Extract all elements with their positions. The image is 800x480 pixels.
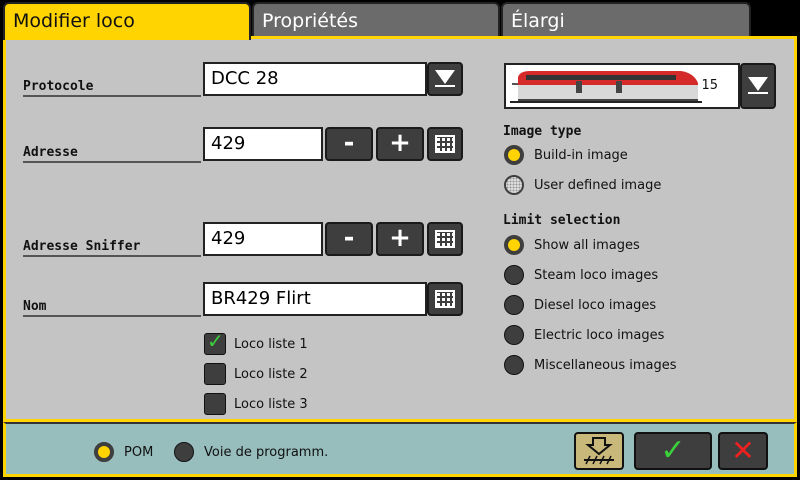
limit-all-radio[interactable] — [504, 235, 524, 255]
protocol-field[interactable]: DCC 28 — [203, 62, 427, 96]
address-keypad-button[interactable] — [427, 127, 463, 161]
train-image — [510, 71, 702, 103]
name-field[interactable]: BR429 Flirt — [203, 282, 427, 316]
address-label: Adresse — [23, 145, 201, 163]
x-icon: ✕ — [731, 434, 755, 467]
limit-misc-radio[interactable] — [504, 355, 524, 375]
address-field[interactable]: 429 — [203, 127, 323, 161]
image-type-title: Image type — [503, 124, 582, 139]
cancel-button[interactable]: ✕ — [718, 432, 768, 470]
tab-proprietes[interactable]: Propriétés — [252, 2, 500, 38]
sniffer-keypad-button[interactable] — [427, 222, 463, 256]
keypad-icon — [435, 135, 455, 153]
limit-steam-label: Steam loco images — [534, 268, 659, 283]
loco-image-selector[interactable]: 15 — [504, 63, 740, 109]
name-keyboard-button[interactable] — [427, 282, 463, 316]
image-type-user-label: User defined image — [534, 178, 662, 193]
tab-label: Élargi — [511, 10, 565, 32]
tab-label: Propriétés — [262, 10, 359, 32]
address-minus-button[interactable]: - — [325, 127, 373, 161]
pom-label: POM — [124, 445, 154, 460]
write-to-track-button[interactable] — [574, 432, 624, 470]
loco-list-1-label: Loco liste 1 — [234, 337, 308, 352]
keypad-icon — [435, 230, 455, 248]
sniffer-minus-button[interactable]: - — [325, 222, 373, 256]
main-panel: Protocole DCC 28 Adresse 429 - + Adresse… — [3, 36, 797, 422]
dropdown-arrow-icon — [435, 70, 455, 84]
image-type-builtin-label: Build-in image — [534, 148, 628, 163]
limit-all-label: Show all images — [534, 238, 640, 253]
dropdown-arrow-icon — [748, 77, 768, 91]
programming-track-radio[interactable] — [174, 442, 194, 462]
limit-misc-label: Miscellaneous images — [534, 358, 677, 373]
limit-steam-radio[interactable] — [504, 265, 524, 285]
limit-electric-radio[interactable] — [504, 325, 524, 345]
loco-list-3-label: Loco liste 3 — [234, 397, 308, 412]
name-label: Nom — [23, 299, 201, 317]
sniffer-plus-button[interactable]: + — [376, 222, 424, 256]
footer-bar: POM Voie de programm. ✓ ✕ — [3, 422, 797, 477]
loco-list-1-checkbox[interactable]: ✓ — [204, 329, 226, 355]
programming-track-label: Voie de programm. — [204, 445, 329, 460]
pom-radio[interactable] — [94, 442, 114, 462]
check-icon: ✓ — [207, 329, 224, 353]
image-type-builtin-radio[interactable] — [504, 145, 524, 165]
limit-diesel-label: Diesel loco images — [534, 298, 657, 313]
image-type-user-radio[interactable] — [504, 175, 524, 195]
image-number: 15 — [701, 78, 718, 93]
tab-label: Modifier loco — [13, 10, 135, 32]
limit-diesel-radio[interactable] — [504, 295, 524, 315]
write-track-icon — [584, 437, 614, 465]
limit-selection-title: Limit selection — [503, 213, 621, 228]
keyboard-icon — [435, 290, 455, 308]
check-icon: ✓ — [660, 433, 686, 468]
address-plus-button[interactable]: + — [376, 127, 424, 161]
loco-list-3-checkbox[interactable] — [204, 393, 226, 415]
sniffer-address-field[interactable]: 429 — [203, 222, 323, 256]
protocol-dropdown-button[interactable] — [427, 62, 463, 96]
loco-list-2-checkbox[interactable] — [204, 363, 226, 385]
sniffer-address-label: Adresse Sniffer — [23, 239, 201, 257]
image-dropdown-button[interactable] — [740, 63, 776, 109]
tab-elargi[interactable]: Élargi — [501, 2, 751, 38]
protocol-label: Protocole — [23, 79, 201, 97]
limit-electric-label: Electric loco images — [534, 328, 665, 343]
loco-list-2-label: Loco liste 2 — [234, 367, 308, 382]
ok-button[interactable]: ✓ — [634, 432, 712, 470]
tab-modifier-loco[interactable]: Modifier loco — [3, 2, 251, 40]
